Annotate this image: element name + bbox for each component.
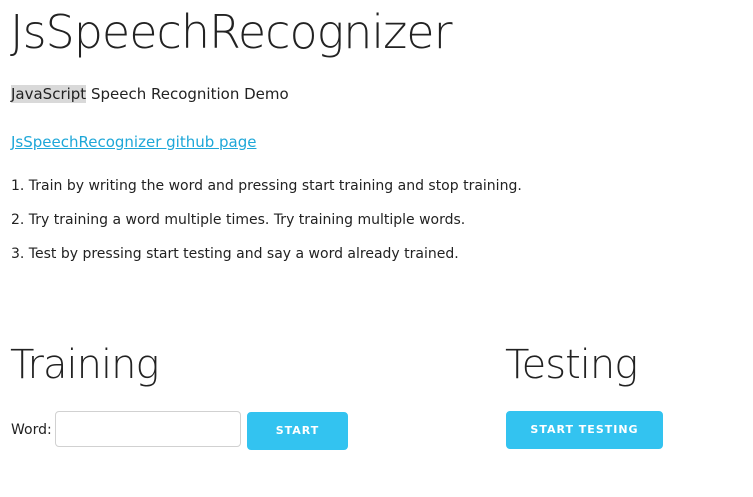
testing-heading: Testing: [505, 342, 638, 388]
word-input[interactable]: [55, 411, 241, 447]
page-subtitle: JavaScript Speech Recognition Demo: [11, 84, 289, 104]
word-label: Word:: [11, 422, 52, 438]
subtitle-text: Speech Recognition Demo: [86, 85, 289, 103]
instruction-step-1: 1. Train by writing the word and pressin…: [11, 178, 522, 194]
training-heading: Training: [10, 342, 159, 388]
start-testing-button[interactable]: Start Testing: [506, 411, 663, 449]
subtitle-highlight: JavaScript: [11, 85, 87, 103]
page: JsSpeechRecognizer JavaScript Speech Rec…: [0, 0, 753, 497]
start-training-button[interactable]: Start: [247, 412, 348, 450]
page-title: JsSpeechRecognizer: [10, 5, 453, 59]
instruction-step-3: 3. Test by pressing start testing and sa…: [11, 246, 459, 262]
github-link[interactable]: JsSpeechRecognizer github page: [11, 132, 256, 152]
instruction-step-2: 2. Try training a word multiple times. T…: [11, 212, 466, 228]
